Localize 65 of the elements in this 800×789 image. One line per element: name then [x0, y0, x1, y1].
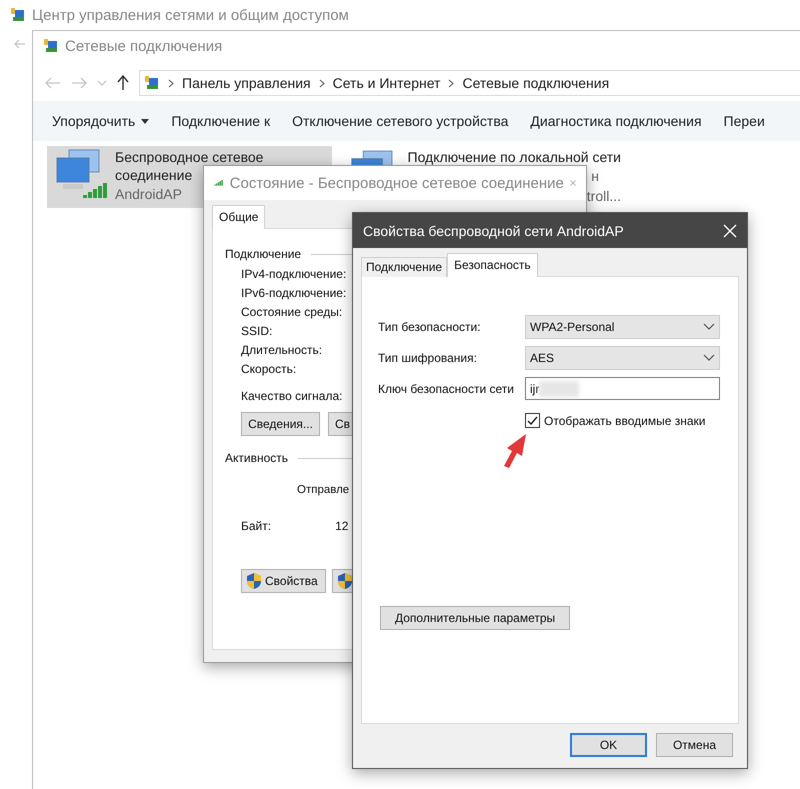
dialog-button[interactable]: Отмена [656, 733, 733, 757]
forward-arrow-icon [71, 77, 87, 89]
column-heading: Отправле [297, 484, 350, 496]
back-arrow-icon [45, 77, 61, 89]
field-label: IPv6-подключение: [241, 286, 346, 300]
toolbar-button[interactable]: Упорядочить [41, 101, 160, 141]
dropdown-chevron-icon [703, 354, 715, 362]
connection-detail: troll... [586, 187, 621, 206]
chevron-right-icon [318, 78, 325, 88]
connection-name: Подключение по локальной сети [408, 148, 621, 166]
address-bar[interactable]: Панель управления Сеть и Интернет Сетевые подключения [139, 70, 800, 96]
caret-icon [141, 118, 150, 124]
connection-name: Беспроводное сетевое [115, 148, 264, 166]
toolbar-button[interactable]: Переи [712, 101, 776, 141]
group-heading: Подключение [225, 247, 302, 261]
chevron-down-icon [97, 80, 107, 86]
window-title: Свойства беспроводной сети AndroidAP [363, 222, 625, 238]
dropdown-chevron-icon [703, 323, 715, 331]
dropdown[interactable]: WPA2-Personal [525, 315, 720, 339]
field-label: Состояние среды: [241, 305, 342, 319]
field-label: Тип шифрования: [378, 351, 478, 365]
field-label: Ключ безопасности сети [378, 382, 515, 396]
field-label: IPv4-подключение: [241, 267, 346, 281]
field-label: SSID: [241, 324, 272, 338]
breadcrumb-item[interactable]: Сеть и Интернет [332, 75, 440, 91]
checkbox-label[interactable]: Отображать вводимые знаки [544, 414, 706, 428]
shield-icon [337, 572, 353, 590]
toolbar-button[interactable]: Подключение к [160, 101, 282, 141]
input-field[interactable]: ijr [525, 377, 720, 400]
checkmark-icon [527, 416, 538, 425]
field-label: Длительность: [241, 343, 322, 357]
shield-icon [246, 572, 262, 590]
tab[interactable]: Общие [212, 205, 266, 229]
up-arrow-icon [117, 75, 129, 91]
network-icon [10, 7, 26, 23]
toolbar-button[interactable]: Отключение сетевого устройства [281, 101, 520, 141]
breadcrumb-item[interactable]: Сетевые подключения [462, 75, 610, 91]
tab[interactable]: Подключение [361, 257, 448, 277]
field-label: Качество сигнала: [241, 389, 342, 403]
group-heading: Активность [225, 451, 288, 465]
chevron-right-icon [168, 78, 174, 88]
details-button[interactable]: Сведения... [241, 412, 320, 436]
window-title: Центр управления сетями и общим доступом [32, 6, 349, 24]
connection-detail: н [591, 167, 600, 186]
connection-name: соединение [115, 166, 192, 184]
chevron-right-icon [448, 78, 454, 88]
table-cell: 12 [335, 519, 348, 533]
field-label: Тип безопасности: [378, 320, 482, 334]
checkbox[interactable] [525, 413, 540, 428]
back-arrow-icon [14, 39, 26, 49]
dialog-button[interactable]: OK [570, 733, 647, 757]
network-icon [43, 38, 59, 54]
window-title: Сетевые подключения [65, 38, 222, 54]
breadcrumb-item[interactable]: Панель управления [182, 75, 311, 91]
connection-detail: AndroidAP [115, 185, 182, 204]
toolbar-button[interactable]: Диагностика подключения [519, 101, 713, 141]
field-label: Скорость: [241, 362, 296, 376]
dropdown[interactable]: AES [525, 346, 720, 370]
advanced-settings-button[interactable]: Дополнительные параметры [380, 606, 570, 630]
close-icon [723, 224, 737, 238]
tab[interactable]: Безопасность [447, 253, 538, 277]
redaction-blur [539, 380, 580, 396]
properties-button[interactable]: Свойства [241, 569, 326, 593]
network-icon [144, 75, 160, 91]
row-label: Байт: [241, 519, 272, 533]
